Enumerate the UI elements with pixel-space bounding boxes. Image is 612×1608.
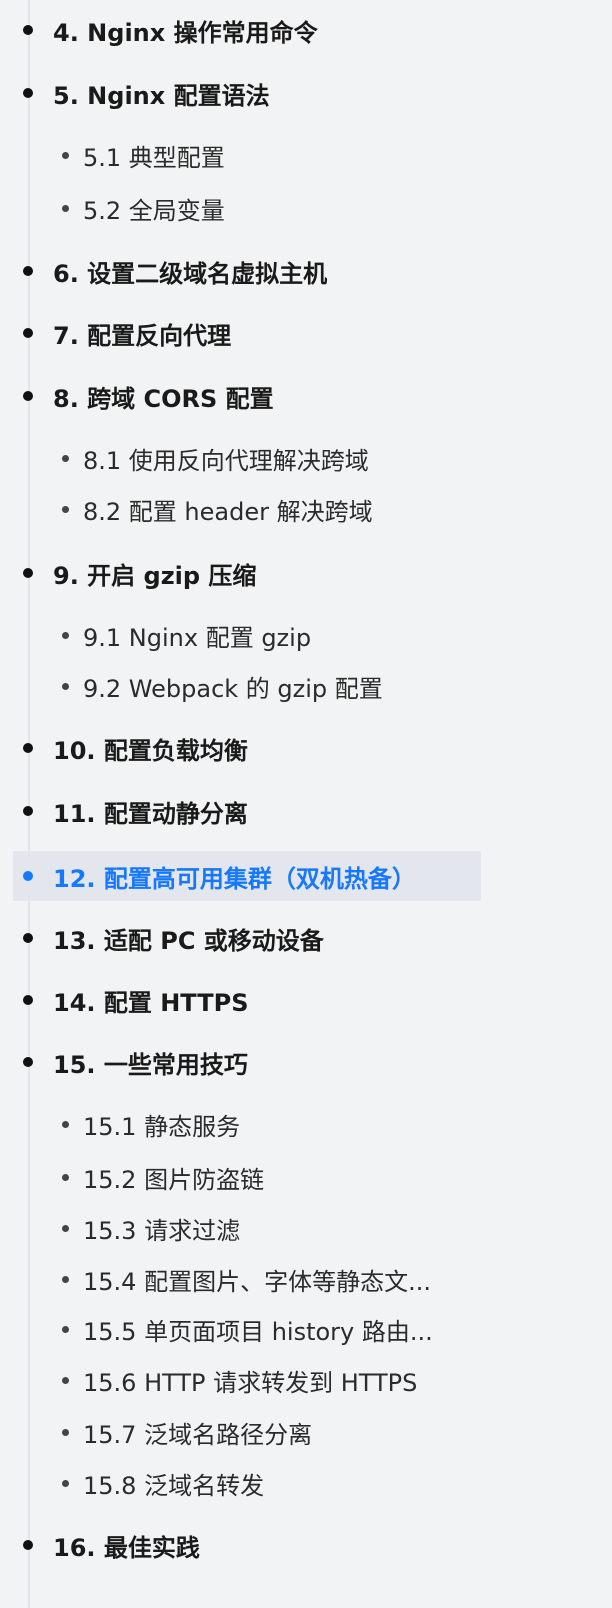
toc-item-label: 10. 配置负载均衡 <box>53 736 248 765</box>
toc-item-label: 15.5 单页面项目 history 路由... <box>83 1317 433 1346</box>
toc-item-label: 5. Nginx 配置语法 <box>53 81 270 110</box>
toc-item-label: 8.1 使用反向代理解决跨域 <box>83 446 369 475</box>
bullet-icon <box>62 1479 69 1487</box>
bullet-icon <box>62 505 69 513</box>
bullet-icon <box>62 1173 69 1181</box>
toc-item-label: 4. Nginx 操作常用命令 <box>53 18 318 47</box>
bullet-icon <box>62 1120 69 1128</box>
toc-item-label: 15.4 配置图片、字体等静态文... <box>83 1267 431 1296</box>
bullet-icon <box>23 568 33 578</box>
toc-item-label: 9. 开启 gzip 压缩 <box>53 561 257 590</box>
toc-item-10[interactable]: 10. 配置负载均衡 <box>0 728 520 768</box>
toc-item-label: 15.2 图片防盗链 <box>83 1165 265 1194</box>
toc-item-4[interactable]: 4. Nginx 操作常用命令 <box>0 10 520 50</box>
toc-item-15-2[interactable]: 15.2 图片防盗链 <box>0 1157 520 1197</box>
toc-item-5-1[interactable]: 5.1 典型配置 <box>0 135 520 175</box>
toc-item-15[interactable]: 15. 一些常用技巧 <box>0 1042 520 1082</box>
bullet-icon <box>23 806 33 816</box>
toc-item-15-1[interactable]: 15.1 静态服务 <box>0 1104 520 1144</box>
toc-item-15-3[interactable]: 15.3 请求过滤 <box>0 1208 520 1248</box>
toc-item-16[interactable]: 16. 最佳实践 <box>0 1525 520 1565</box>
toc-item-14[interactable]: 14. 配置 HTTPS <box>0 980 520 1020</box>
bullet-icon <box>62 682 69 690</box>
toc-item-12-active[interactable]: 12. 配置高可用集群（双机热备） <box>13 851 481 901</box>
toc-item-9-2[interactable]: 9.2 Webpack 的 gzip 配置 <box>0 666 520 706</box>
toc-item-label: 14. 配置 HTTPS <box>53 988 249 1017</box>
bullet-icon <box>23 88 33 98</box>
toc-item-label: 15.8 泛域名转发 <box>83 1471 265 1500</box>
toc-item-7[interactable]: 7. 配置反向代理 <box>0 313 520 353</box>
bullet-icon <box>62 1224 69 1232</box>
bullet-icon <box>23 391 33 401</box>
toc-item-11[interactable]: 11. 配置动静分离 <box>0 791 520 831</box>
toc-item-label: 11. 配置动静分离 <box>53 799 248 828</box>
toc-item-label: 15.3 请求过滤 <box>83 1216 241 1245</box>
toc-item-5-2[interactable]: 5.2 全局变量 <box>0 188 520 228</box>
toc-item-6[interactable]: 6. 设置二级域名虚拟主机 <box>0 251 520 291</box>
bullet-icon <box>62 151 69 159</box>
toc-item-label: 15.1 静态服务 <box>83 1112 241 1141</box>
table-of-contents: 4. Nginx 操作常用命令 5. Nginx 配置语法 5.1 典型配置 5… <box>0 0 612 1608</box>
toc-item-label: 7. 配置反向代理 <box>53 321 232 350</box>
toc-item-label: 8.2 配置 header 解决跨域 <box>83 497 373 526</box>
toc-item-13[interactable]: 13. 适配 PC 或移动设备 <box>0 918 520 958</box>
toc-item-8-1[interactable]: 8.1 使用反向代理解决跨域 <box>0 438 520 478</box>
toc-item-8[interactable]: 8. 跨域 CORS 配置 <box>0 376 520 416</box>
bullet-icon <box>62 1376 69 1384</box>
bullet-icon <box>62 631 69 639</box>
bullet-icon <box>23 25 33 35</box>
toc-item-label: 12. 配置高可用集群（双机热备） <box>53 864 416 893</box>
bullet-icon <box>23 266 33 276</box>
toc-item-label: 6. 设置二级域名虚拟主机 <box>53 259 328 288</box>
toc-item-label: 16. 最佳实践 <box>53 1533 200 1562</box>
bullet-icon <box>23 1540 33 1550</box>
bullet-icon <box>62 1325 69 1333</box>
toc-item-5[interactable]: 5. Nginx 配置语法 <box>0 73 520 113</box>
toc-item-label: 15.6 HTTP 请求转发到 HTTPS <box>83 1368 418 1397</box>
toc-item-9-1[interactable]: 9.1 Nginx 配置 gzip <box>0 615 520 655</box>
toc-item-15-8[interactable]: 15.8 泛域名转发 <box>0 1463 520 1503</box>
toc-item-label: 9.2 Webpack 的 gzip 配置 <box>83 674 383 703</box>
toc-item-15-6[interactable]: 15.6 HTTP 请求转发到 HTTPS <box>0 1360 520 1400</box>
toc-item-label: 15. 一些常用技巧 <box>53 1050 248 1079</box>
toc-item-label: 15.7 泛域名路径分离 <box>83 1420 313 1449</box>
toc-item-label: 5.2 全局变量 <box>83 196 225 225</box>
bullet-icon <box>62 204 69 212</box>
toc-item-label: 13. 适配 PC 或移动设备 <box>53 926 324 955</box>
bullet-icon <box>23 1057 33 1067</box>
bullet-icon <box>62 454 69 462</box>
toc-item-15-5[interactable]: 15.5 单页面项目 history 路由... <box>0 1309 520 1349</box>
toc-item-15-7[interactable]: 15.7 泛域名路径分离 <box>0 1412 520 1452</box>
toc-item-15-4[interactable]: 15.4 配置图片、字体等静态文... <box>0 1259 520 1299</box>
toc-item-9[interactable]: 9. 开启 gzip 压缩 <box>0 553 520 593</box>
bullet-icon <box>23 328 33 338</box>
toc-item-label: 5.1 典型配置 <box>83 143 225 172</box>
toc-item-label: 9.1 Nginx 配置 gzip <box>83 623 312 652</box>
toc-item-8-2[interactable]: 8.2 配置 header 解决跨域 <box>0 489 520 529</box>
bullet-icon <box>62 1275 69 1283</box>
toc-item-label: 8. 跨域 CORS 配置 <box>53 384 274 413</box>
bullet-icon <box>23 933 33 943</box>
bullet-icon <box>23 995 33 1005</box>
bullet-icon <box>62 1428 69 1436</box>
bullet-icon <box>23 743 33 753</box>
bullet-icon <box>23 871 33 881</box>
